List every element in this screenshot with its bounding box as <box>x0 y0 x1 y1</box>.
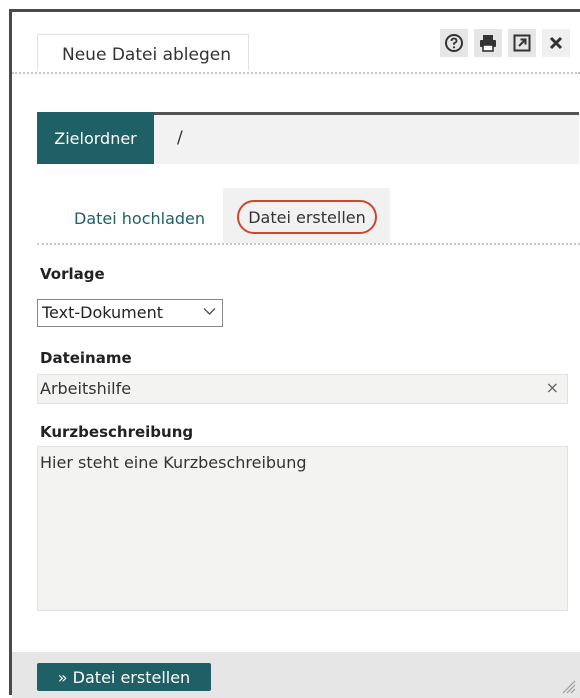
filename-input[interactable]: Arbeitshilfe × <box>37 374 568 404</box>
template-select-value: Text-Dokument <box>42 303 163 322</box>
description-label: Kurzbeschreibung <box>40 423 194 441</box>
tabs-divider <box>37 243 580 245</box>
clear-icon[interactable]: × <box>546 378 559 397</box>
target-folder-path[interactable]: / <box>177 128 183 148</box>
filename-label: Dateiname <box>40 349 132 367</box>
header-divider <box>12 72 580 74</box>
create-file-button[interactable]: » Datei erstellen <box>37 663 211 691</box>
filename-value: Arbeitshilfe <box>40 379 132 398</box>
title-tab: Neue Datei ablegen <box>37 34 249 70</box>
dialog-title: Neue Datei ablegen <box>62 45 231 65</box>
template-select[interactable]: Text-Dokument <box>37 299 223 327</box>
chevron-down-icon <box>203 308 216 315</box>
popout-button[interactable] <box>508 29 536 57</box>
print-button[interactable] <box>474 29 502 57</box>
print-icon <box>480 35 496 52</box>
dialog-header: Neue Datei ablegen <box>12 12 580 72</box>
template-label: Vorlage <box>40 265 105 283</box>
description-textarea[interactable]: Hier steht eine Kurzbeschreibung <box>37 446 568 611</box>
help-button[interactable] <box>440 29 468 57</box>
close-icon <box>549 36 563 50</box>
resize-handle-icon[interactable] <box>562 680 576 694</box>
close-button[interactable] <box>542 29 570 57</box>
tab-upload[interactable]: Datei hochladen <box>74 209 205 228</box>
dialog-footer: » Datei erstellen <box>12 652 580 698</box>
target-folder-label: Zielordner <box>37 112 154 164</box>
tab-create[interactable]: Datei erstellen <box>237 200 377 234</box>
description-value: Hier steht eine Kurzbeschreibung <box>40 453 307 472</box>
target-folder-bar: Zielordner / <box>37 112 579 164</box>
dialog-window: Neue Datei ablegen Zielordner / Datei ho… <box>9 9 580 698</box>
popout-icon <box>513 34 531 52</box>
help-icon <box>445 34 463 52</box>
